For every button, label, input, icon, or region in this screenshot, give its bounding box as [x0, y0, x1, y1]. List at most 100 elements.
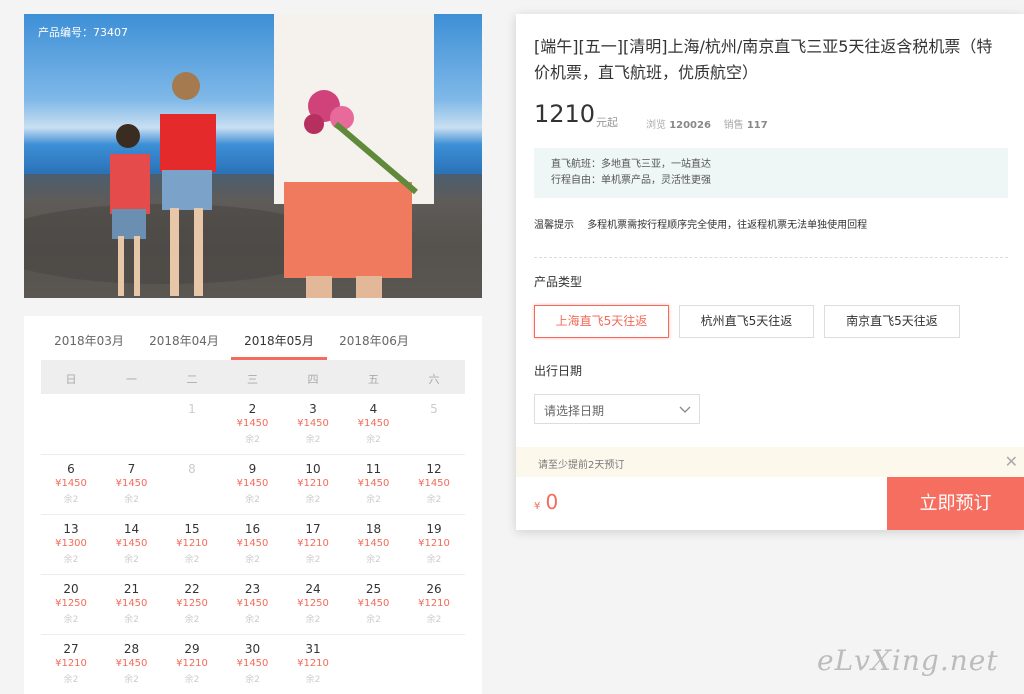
day-stock: 余2: [245, 495, 260, 505]
day-stock: 余2: [124, 615, 139, 625]
calendar-day: [344, 642, 404, 672]
calendar-day[interactable]: 18 ¥1450 余2: [344, 522, 404, 565]
calendar-day[interactable]: 21 ¥1450 余2: [102, 582, 162, 625]
calendar-day[interactable]: 9 ¥1450 余2: [223, 462, 283, 505]
beach-family-illustration: [24, 14, 482, 298]
day-number: 4: [369, 402, 378, 416]
month-tab[interactable]: 2018年05月: [231, 332, 327, 349]
calendar-day[interactable]: 12 ¥1450 余2: [404, 462, 464, 505]
day-price: ¥1450: [236, 478, 269, 489]
day-stock: 余2: [366, 615, 381, 625]
calendar-day[interactable]: 17 ¥1210 余2: [283, 522, 343, 565]
type-option-hangzhou[interactable]: 杭州直飞5天往返: [679, 305, 814, 338]
calendar-day[interactable]: 28 ¥1450 余2: [102, 642, 162, 685]
day-price: ¥1450: [357, 598, 390, 609]
price-unit: 元起: [596, 116, 618, 129]
calendar-day[interactable]: 30 ¥1450 余2: [223, 642, 283, 685]
calendar-day[interactable]: 24 ¥1250 余2: [283, 582, 343, 625]
notice-text: 请至少提前2天预订: [538, 460, 625, 471]
day-stock: 余2: [245, 435, 260, 445]
calendar-day[interactable]: 22 ¥1250 余2: [162, 582, 222, 625]
date-select[interactable]: 请选择日期: [534, 394, 700, 424]
day-price: ¥1450: [236, 538, 269, 549]
calendar-day[interactable]: 16 ¥1450 余2: [223, 522, 283, 565]
day-number: 24: [305, 582, 321, 596]
month-tabs: 2018年03月 2018年04月 2018年05月 2018年06月: [24, 316, 482, 360]
day-stock: 余2: [366, 495, 381, 505]
product-code: 产品编号：73407: [38, 26, 128, 39]
month-tab[interactable]: 2018年03月: [41, 332, 137, 349]
calendar-day[interactable]: 10 ¥1210 余2: [283, 462, 343, 505]
day-price: [41, 418, 101, 432]
day-number: 15: [184, 522, 200, 536]
chevron-down-icon: [679, 406, 691, 413]
calendar-day[interactable]: 15 ¥1210 余2: [162, 522, 222, 565]
day-number: 18: [365, 522, 382, 536]
day-price: [162, 418, 222, 432]
watermark: eLvXing.net: [817, 644, 999, 677]
calendar-day[interactable]: 27 ¥1210 余2: [41, 642, 101, 685]
weekday-label: 六: [428, 373, 440, 386]
calendar-day[interactable]: 6 ¥1450 余2: [41, 462, 101, 505]
feature-box: 直飞航班：多地直飞三亚，一站直达 行程自由：单机票产品，灵活性更强: [534, 148, 1008, 198]
day-price: ¥1210: [55, 658, 87, 669]
day-number: 31: [305, 642, 321, 656]
day-number: 11: [365, 462, 382, 476]
day-number: [344, 642, 404, 658]
day-price: ¥1450: [236, 418, 269, 429]
calendar-day[interactable]: 20 ¥1250 余2: [41, 582, 101, 625]
day-number: 16: [244, 522, 261, 536]
close-icon[interactable]: ✕: [1005, 452, 1018, 471]
calendar-day[interactable]: 14 ¥1450 余2: [102, 522, 162, 565]
month-tab[interactable]: 2018年04月: [136, 332, 232, 349]
weekday-header: 日一二三四五六: [41, 360, 465, 394]
tip-title: 温馨提示: [534, 220, 574, 231]
calendar-day: 5: [404, 402, 464, 432]
day-price: ¥1250: [176, 598, 208, 609]
day-price: [102, 418, 162, 432]
day-number: 8: [188, 462, 196, 476]
day-price: ¥1210: [176, 658, 208, 669]
total-price: ¥ 0: [534, 490, 558, 514]
calendar-day[interactable]: 11 ¥1450 余2: [344, 462, 404, 505]
type-option-nanjing[interactable]: 南京直飞5天往返: [824, 305, 960, 338]
calendar-day[interactable]: 13 ¥1300 余2: [41, 522, 101, 565]
day-price: ¥1210: [176, 538, 208, 549]
calendar-day[interactable]: 3 ¥1450 余2: [283, 402, 343, 445]
calendar-day[interactable]: 7 ¥1450 余2: [102, 462, 162, 505]
month-tab[interactable]: 2018年06月: [326, 332, 422, 349]
calendar-day[interactable]: 4 ¥1450 余2: [344, 402, 404, 445]
day-price: ¥1300: [55, 538, 87, 549]
day-stock: 余2: [63, 555, 79, 565]
calendar-day: [404, 642, 464, 672]
calendar-day[interactable]: 25 ¥1450 余2: [344, 582, 404, 625]
book-now-button[interactable]: 立即预订: [887, 477, 1024, 530]
calendar-day[interactable]: 29 ¥1210 余2: [162, 642, 222, 685]
row-divider: [41, 514, 465, 515]
type-option-shanghai[interactable]: 上海直飞5天往返: [534, 305, 669, 338]
day-number: 25: [365, 582, 382, 596]
calendar-day[interactable]: 31 ¥1210 余2: [283, 642, 343, 685]
calendar-day: 8: [162, 462, 222, 492]
warm-tip: 温馨提示 多程机票需按行程顺序完全使用，往返程机票无法单独使用回程: [534, 216, 867, 231]
day-stock: 余2: [305, 495, 321, 505]
day-stock: 余2: [124, 675, 139, 685]
price-calendar: 2018年03月 2018年04月 2018年05月 2018年06月 日 一 二 三 四 五 六…: [24, 316, 482, 694]
divider: [534, 257, 1008, 258]
calendar-day[interactable]: 19 ¥1210 余2: [404, 522, 464, 565]
day-number: 19: [426, 522, 442, 536]
day-price: ¥1210: [418, 538, 450, 549]
calendar-day[interactable]: 23 ¥1450 余2: [223, 582, 283, 625]
day-price: ¥1210: [297, 478, 329, 489]
calendar-day[interactable]: 2 ¥1450 余2: [223, 402, 283, 445]
day-price: [344, 658, 404, 672]
day-number: 30: [244, 642, 261, 656]
day-number: [41, 402, 101, 418]
day-stock: 余2: [63, 675, 79, 685]
weekday-label: 日: [65, 373, 77, 386]
calendar-day[interactable]: 26 ¥1210 余2: [404, 582, 464, 625]
day-stock: 余2: [366, 435, 381, 445]
day-price: ¥1450: [357, 538, 390, 549]
day-stock: 余2: [184, 675, 200, 685]
day-price: ¥1450: [115, 538, 148, 549]
